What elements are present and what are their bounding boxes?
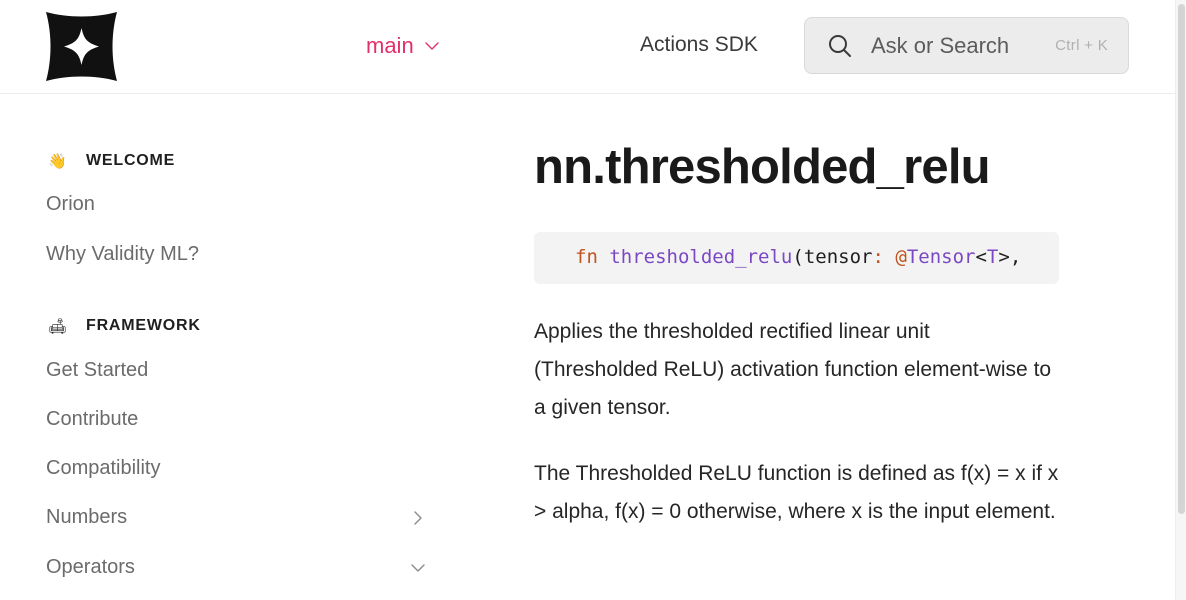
page-scrollbar[interactable] xyxy=(1175,0,1186,600)
description-paragraph: Applies the thresholded rectified linear… xyxy=(534,320,1052,419)
sidebar-item-why-validity-ml[interactable]: Why Validity ML? xyxy=(46,243,430,266)
code-colon: : xyxy=(872,246,884,268)
sidebar-item-label: Compatibility xyxy=(46,457,161,479)
code-at: @ xyxy=(895,246,907,268)
sidebar-item-compatibility[interactable]: Compatibility xyxy=(46,457,430,480)
actions-sdk-link[interactable]: Actions SDK xyxy=(640,33,758,57)
section-framework: 🛋 FRAMEWORK xyxy=(48,317,201,335)
code-param-name: tensor xyxy=(803,246,873,268)
code-type: Tensor xyxy=(906,246,976,268)
code-block[interactable]: fn thresholded_relu(tensor: @Tensor<T>, xyxy=(534,232,1059,284)
code-gt: >, xyxy=(998,246,1022,268)
page-title: nn.thresholded_relu xyxy=(534,140,991,194)
chevron-right-icon[interactable] xyxy=(410,510,426,526)
scrollbar-thumb[interactable] xyxy=(1178,4,1185,514)
sidebar-item-label: Numbers xyxy=(46,506,128,528)
branch-label: main xyxy=(366,33,414,58)
section-welcome: 👋 WELCOME xyxy=(48,152,175,170)
section-title-framework: FRAMEWORK xyxy=(86,317,201,334)
gitbook-star-logo[interactable] xyxy=(46,12,117,81)
branch-selector[interactable]: main xyxy=(366,33,440,59)
sidebar-item-numbers[interactable]: Numbers xyxy=(46,506,430,529)
code-open-paren: ( xyxy=(792,246,804,268)
section-title-welcome: WELCOME xyxy=(86,152,176,169)
definition-paragraph: The Thresholded ReLU function is defined… xyxy=(534,462,1059,523)
sidebar-item-contribute[interactable]: Contribute xyxy=(46,408,430,431)
sidebar-item-operators[interactable]: Operators xyxy=(46,556,430,579)
code-function-name: thresholded_relu xyxy=(609,246,793,268)
search-shortcut-hint: Ctrl + K xyxy=(1055,37,1108,54)
search-box[interactable]: Ask or Search Ctrl + K xyxy=(804,17,1129,74)
waving-hand-icon: 👋 xyxy=(48,153,67,170)
sidebar-item-orion[interactable]: Orion xyxy=(46,193,430,216)
search-icon xyxy=(829,34,851,57)
search-placeholder: Ask or Search xyxy=(871,32,1010,58)
chevron-down-icon[interactable] xyxy=(410,560,426,576)
sidebar-nav: 👋 WELCOME Orion Why Validity ML? 🛋 FRAME… xyxy=(0,95,470,600)
sidebar-item-label: Get Started xyxy=(46,359,149,381)
chevron-down-icon xyxy=(424,42,439,50)
sidebar-item-label: Operators xyxy=(46,556,135,578)
top-header: main Actions SDK Ask or Search Ctrl + K xyxy=(0,0,1176,94)
couch-icon: 🛋 xyxy=(48,318,68,335)
sidebar-item-label: Contribute xyxy=(46,408,139,430)
code-keyword: fn xyxy=(575,246,598,268)
code-lt: < xyxy=(975,246,987,268)
sidebar-item-label: Orion xyxy=(46,193,95,215)
code-generic: T xyxy=(986,246,999,268)
sidebar-item-label: Why Validity ML? xyxy=(46,243,200,265)
sidebar-item-get-started[interactable]: Get Started xyxy=(46,359,430,382)
